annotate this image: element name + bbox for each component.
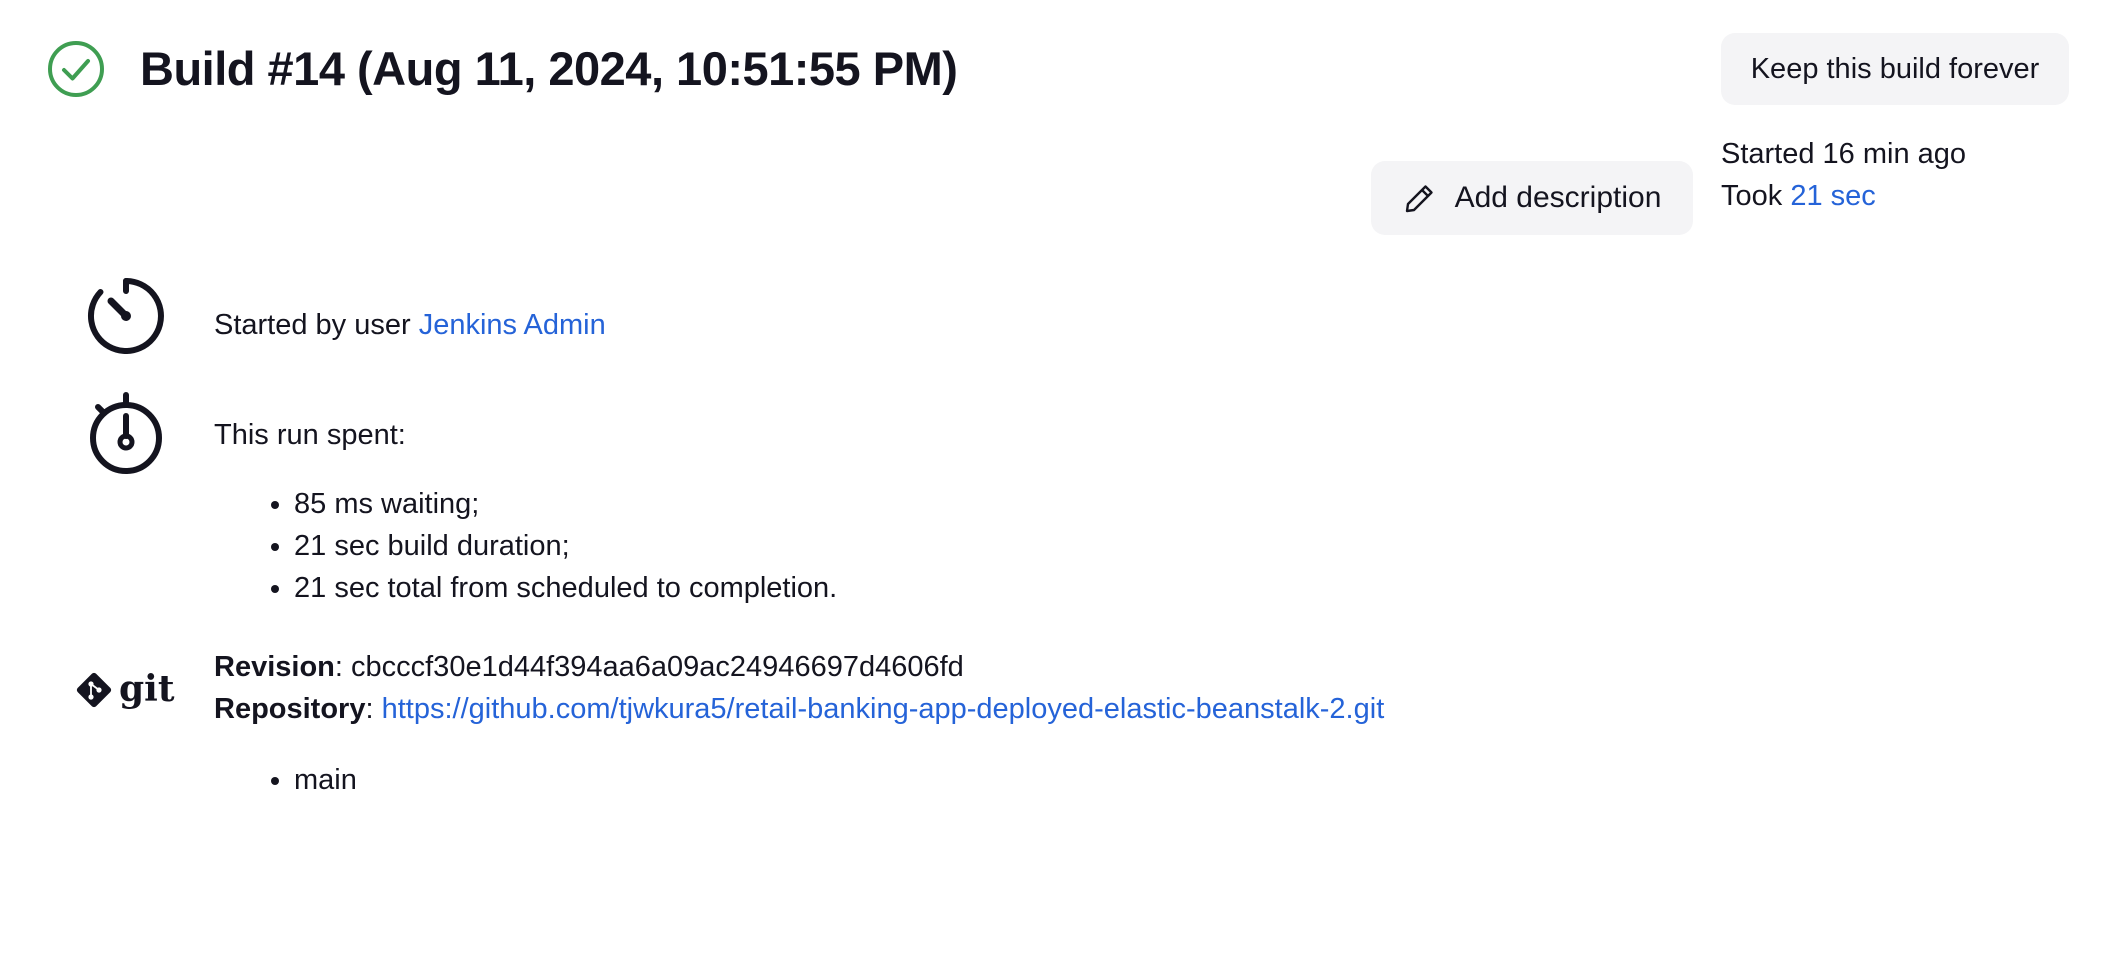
build-cause-prefix: Started by user [214, 309, 411, 341]
repository-link[interactable]: https://github.com/tjwkura5/retail-banki… [382, 693, 1385, 725]
page-title: Build #14 (Aug 11, 2024, 10:51:55 PM) [140, 42, 958, 95]
branch-list: main [254, 759, 357, 801]
success-check-circle-icon [48, 41, 104, 97]
git-logo-icon: git [76, 668, 175, 710]
user-link[interactable]: Jenkins Admin [419, 309, 606, 341]
git-logo-text: git [119, 668, 175, 710]
took-prefix: Took [1721, 180, 1783, 212]
timing-item-build-duration: 21 sec build duration; [294, 525, 837, 567]
git-repository: Repository: https://github.com/tjwkura5/… [214, 693, 1385, 725]
git-revision: Revision: cbcccf30e1d44f394aa6a09ac24946… [214, 651, 964, 683]
started-time: Started 16 min ago [1721, 138, 1967, 170]
took-duration-link[interactable]: 21 sec [1790, 180, 1875, 212]
timing-heading: This run spent: [214, 419, 406, 451]
keep-build-forever-button[interactable]: Keep this build forever [1721, 33, 2069, 105]
pencil-icon [1405, 185, 1433, 213]
branch-item: main [294, 759, 357, 801]
revision-label: Revision [214, 651, 335, 683]
add-description-button[interactable]: Add description [1371, 161, 1693, 235]
stopwatch-icon [90, 392, 162, 474]
took-duration: Took 21 sec [1721, 176, 1876, 216]
build-page: Build #14 (Aug 11, 2024, 10:51:55 PM) Ke… [0, 0, 2102, 958]
add-description-label: Add description [1454, 181, 1662, 214]
timing-item-waiting: 85 ms waiting; [294, 483, 837, 525]
revision-hash: cbcccf30e1d44f394aa6a09ac24946697d4606fd [351, 651, 964, 683]
timing-list: 85 ms waiting; 21 sec build duration; 21… [254, 483, 837, 609]
timing-item-total: 21 sec total from scheduled to completio… [294, 567, 837, 609]
repository-label: Repository [214, 693, 366, 725]
speedometer-icon [88, 278, 164, 354]
build-cause: Started by user Jenkins Admin [214, 305, 606, 345]
